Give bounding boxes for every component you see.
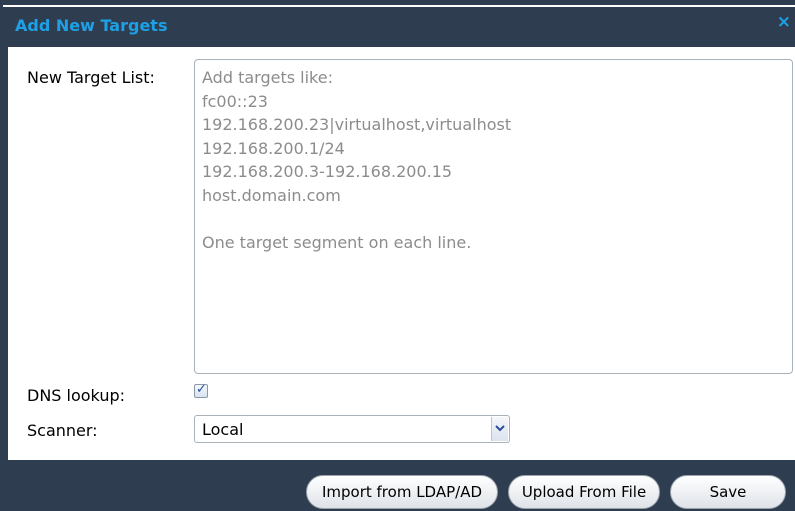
save-button[interactable]: Save — [670, 475, 786, 509]
placeholder-line: 192.168.200.3-192.168.200.15 — [202, 162, 453, 181]
placeholder-line: 192.168.200.1/24 — [202, 138, 345, 158]
placeholder-line: Add targets like: — [202, 68, 333, 87]
dns-lookup-label: DNS lookup: — [27, 386, 126, 405]
scanner-selected-value: Local — [202, 420, 244, 439]
placeholder-line: One target segment on each line. — [202, 232, 472, 252]
dialog-titlebar: Add New Targets × — [3, 5, 795, 42]
placeholder-line: 192.168.200.23|virtualhost,virtualhost — [202, 115, 512, 134]
import-ldap-button[interactable]: Import from LDAP/AD — [306, 475, 498, 509]
dialog-content: New Target List: Add targets like:fc00::… — [8, 47, 795, 460]
target-list-textarea[interactable]: Add targets like:fc00::23192.168.200.23|… — [194, 59, 793, 374]
upload-file-button[interactable]: Upload From File — [508, 475, 660, 509]
scanner-select[interactable]: Local — [194, 415, 510, 443]
dialog-title: Add New Targets — [15, 16, 168, 35]
scanner-label: Scanner: — [27, 421, 98, 440]
placeholder-line: fc00::23 — [202, 91, 268, 111]
target-list-label: New Target List: — [27, 68, 155, 87]
checkmark-icon: ✓ — [196, 382, 207, 397]
chevron-down-icon[interactable] — [491, 417, 508, 441]
placeholder-line: host.domain.com — [202, 185, 341, 205]
dns-lookup-checkbox[interactable]: ✓ — [194, 382, 208, 398]
add-targets-dialog: Add New Targets × New Target List: Add t… — [0, 0, 795, 511]
close-icon[interactable]: × — [777, 14, 791, 31]
placeholder-line — [202, 207, 785, 231]
